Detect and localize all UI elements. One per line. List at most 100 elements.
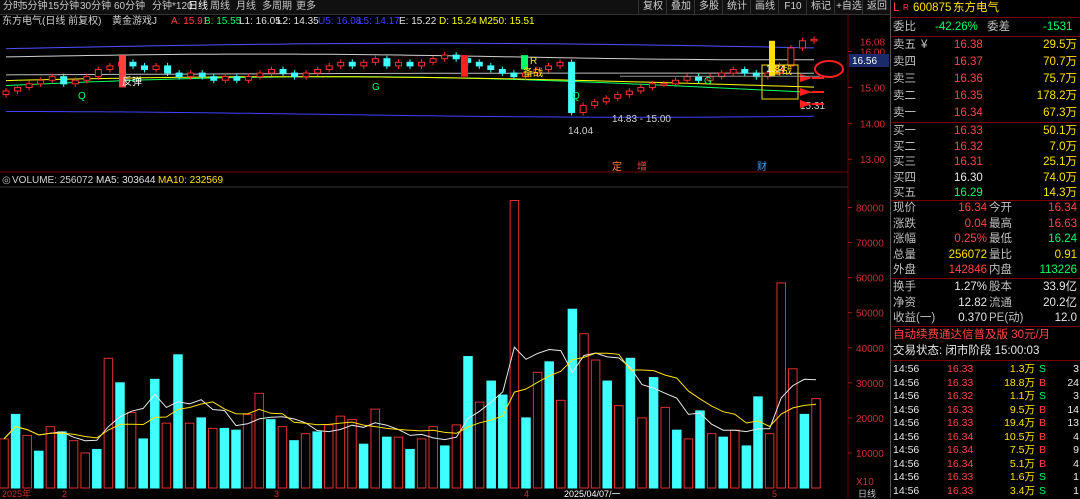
candle[interactable] xyxy=(60,76,68,85)
volume-bar[interactable] xyxy=(776,282,786,489)
volume-bar[interactable] xyxy=(683,438,694,489)
toolbar-button-2[interactable]: 多股 xyxy=(694,0,723,14)
period-tab-8[interactable]: 月线 xyxy=(236,0,256,14)
candle[interactable] xyxy=(83,76,91,81)
volume-bar[interactable] xyxy=(811,398,821,489)
candle[interactable] xyxy=(418,61,426,67)
volume-bar[interactable] xyxy=(68,440,79,489)
volume-bar[interactable] xyxy=(358,443,369,489)
volume-bar[interactable] xyxy=(57,431,67,489)
volume-bar[interactable] xyxy=(567,308,578,489)
candle[interactable] xyxy=(625,90,633,96)
volume-bar[interactable] xyxy=(532,371,543,489)
volume-bar[interactable] xyxy=(451,424,462,489)
volume-bar[interactable] xyxy=(277,426,288,489)
volume-bar[interactable] xyxy=(184,422,195,489)
candle[interactable] xyxy=(267,68,275,74)
candle[interactable] xyxy=(602,97,610,103)
volume-bar[interactable] xyxy=(347,419,357,489)
volume-bar[interactable] xyxy=(103,357,114,489)
volume-bar[interactable] xyxy=(370,408,380,489)
subscription-banner[interactable]: 自动续费通达信普及版 30元/月 xyxy=(893,327,1050,343)
toolbar-button-4[interactable]: 画线 xyxy=(750,0,779,14)
volume-bar[interactable] xyxy=(382,436,392,489)
volume-bar[interactable] xyxy=(602,380,612,489)
volume-bar[interactable] xyxy=(486,380,496,489)
candle[interactable] xyxy=(487,65,495,70)
candle[interactable] xyxy=(221,76,229,81)
volume-bar[interactable] xyxy=(463,356,473,489)
candle[interactable] xyxy=(233,76,241,81)
candle[interactable] xyxy=(637,86,645,92)
volume-bar[interactable] xyxy=(219,427,230,489)
candle[interactable] xyxy=(2,90,10,96)
candle[interactable] xyxy=(279,68,287,74)
volume-bar[interactable] xyxy=(648,377,659,489)
volume-bar[interactable] xyxy=(428,426,438,489)
volume-bar[interactable] xyxy=(10,413,21,489)
candle[interactable] xyxy=(291,72,299,78)
candle[interactable] xyxy=(579,104,587,114)
period-tab-1[interactable]: 5分钟 xyxy=(22,0,48,14)
volume-bar[interactable] xyxy=(300,433,311,489)
candle[interactable] xyxy=(498,68,506,74)
candle[interactable] xyxy=(798,40,806,49)
volume-bar[interactable] xyxy=(335,415,346,489)
volume-bar[interactable] xyxy=(231,429,241,489)
volume-bar[interactable] xyxy=(393,436,404,489)
candle[interactable] xyxy=(441,54,449,60)
candle[interactable] xyxy=(695,76,703,81)
candle[interactable] xyxy=(429,58,437,63)
candle[interactable] xyxy=(556,61,564,67)
toolbar-button-7[interactable]: +自选 xyxy=(834,0,863,14)
volume-bar[interactable] xyxy=(80,452,90,489)
volume-bar[interactable] xyxy=(753,396,763,489)
candle[interactable] xyxy=(510,72,518,78)
candle[interactable] xyxy=(198,72,206,78)
volume-bar[interactable] xyxy=(544,361,554,489)
candle[interactable] xyxy=(94,68,102,78)
toolbar-button-0[interactable]: 复权 xyxy=(638,0,667,14)
volume-bar[interactable] xyxy=(706,433,717,489)
candle[interactable] xyxy=(568,61,576,114)
period-tab-7[interactable]: 周线 xyxy=(210,0,230,14)
volume-bar[interactable] xyxy=(208,427,218,489)
toolbar-button-6[interactable]: 标记 xyxy=(806,0,835,14)
candle[interactable] xyxy=(591,101,599,106)
candle[interactable] xyxy=(371,58,379,63)
period-tab-4[interactable]: 60分钟 xyxy=(114,0,145,14)
volume-bar[interactable] xyxy=(161,422,172,489)
toolbar-button-3[interactable]: 统计 xyxy=(722,0,751,14)
volume-bar[interactable] xyxy=(764,433,775,489)
candle[interactable] xyxy=(48,76,56,81)
volume-bar[interactable] xyxy=(115,382,125,489)
candle[interactable] xyxy=(452,54,460,60)
volume-bar[interactable] xyxy=(324,424,334,489)
candle[interactable] xyxy=(614,94,622,99)
volume-bar[interactable] xyxy=(173,354,183,489)
volume-bar[interactable] xyxy=(672,429,682,489)
candle[interactable] xyxy=(210,76,218,81)
candle[interactable] xyxy=(129,61,137,67)
volume-bar[interactable] xyxy=(614,405,624,489)
toolbar-button-5[interactable]: F10 xyxy=(778,0,807,14)
toolbar-button-8[interactable]: 返回 xyxy=(862,0,891,14)
volume-bar[interactable] xyxy=(289,440,299,489)
candle[interactable] xyxy=(256,72,264,78)
volume-bar[interactable] xyxy=(45,426,56,489)
volume-bar[interactable] xyxy=(312,431,322,489)
volume-bar[interactable] xyxy=(150,378,160,489)
volume-bar[interactable] xyxy=(138,438,148,489)
candle[interactable] xyxy=(383,58,391,67)
volume-bar[interactable] xyxy=(788,368,798,489)
volume-bar[interactable] xyxy=(266,419,276,489)
volume-bar[interactable] xyxy=(521,417,531,489)
volume-bar[interactable] xyxy=(695,410,705,489)
candle[interactable] xyxy=(37,79,45,85)
candle[interactable] xyxy=(14,86,22,92)
candle[interactable] xyxy=(348,61,356,67)
period-tab-3[interactable]: 30分钟 xyxy=(80,0,111,14)
period-tab-10[interactable]: 更多 xyxy=(296,0,316,14)
candle[interactable] xyxy=(545,65,553,70)
volume-bar[interactable] xyxy=(799,413,810,489)
